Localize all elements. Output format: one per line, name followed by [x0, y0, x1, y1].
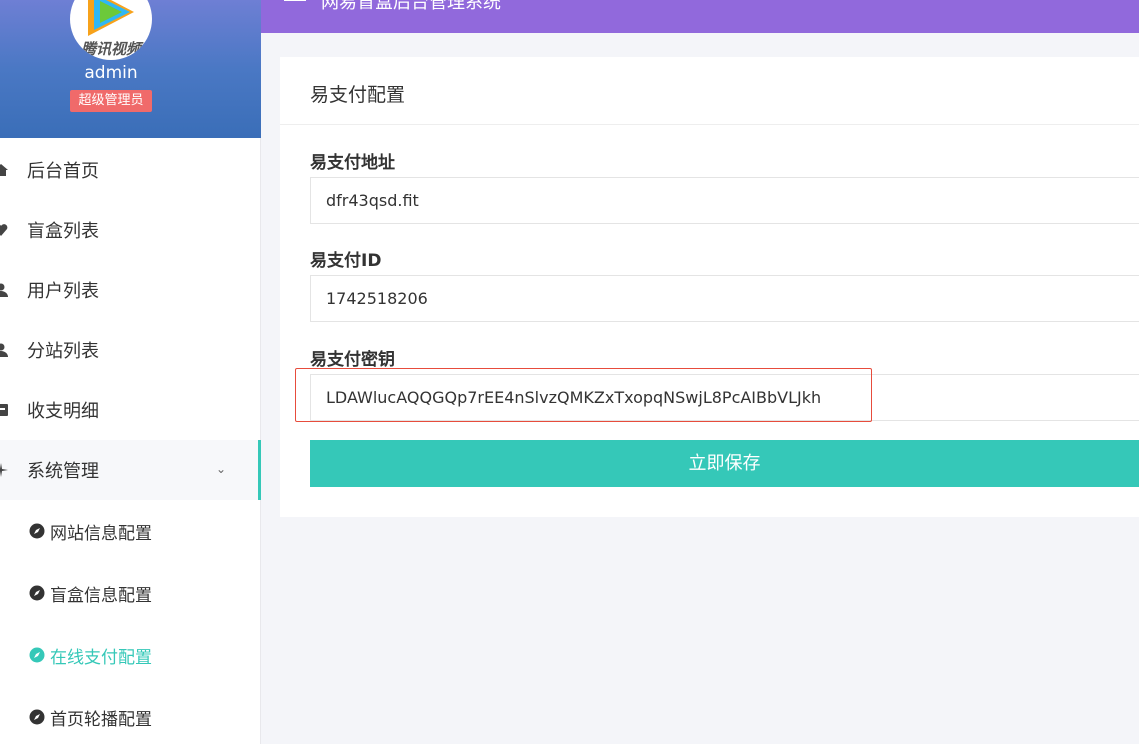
submenu-item-label: 在线支付配置 [50, 647, 152, 668]
epay-id-input[interactable] [310, 275, 1139, 322]
sidebar-item-label: 收支明细 [27, 401, 99, 422]
video-logo-icon [88, 0, 134, 36]
sidebar-item-label: 分站列表 [27, 341, 99, 362]
settings-icon [0, 463, 8, 477]
role-badge: 超级管理员 [70, 90, 152, 112]
submenu-item-label: 盲盒信息配置 [50, 585, 152, 606]
epay-address-label: 易支付地址 [310, 153, 395, 173]
epay-config-card: 易支付配置 易支付地址 易支付ID 易支付密钥 立即保存 [280, 57, 1139, 517]
sidebar-item-home[interactable]: 后台首页 [0, 140, 261, 200]
profile-panel: 腾讯视频 admin 超级管理员 [0, 0, 261, 138]
sidebar: 腾讯视频 admin 超级管理员 后台首页 盲盒列表 用户列表 分站列表 收支明… [0, 0, 261, 744]
sidebar-item-income-expense[interactable]: 收支明细 [0, 380, 261, 440]
card-header: 易支付配置 [280, 57, 1139, 125]
epay-id-label: 易支付ID [310, 251, 382, 271]
epay-key-label: 易支付密钥 [310, 350, 395, 370]
compass-icon [29, 709, 45, 725]
submenu-item-label: 网站信息配置 [50, 523, 152, 544]
sidebar-item-label: 系统管理 [27, 461, 99, 482]
card-title: 易支付配置 [310, 84, 406, 106]
chevron-down-icon: ⌄ [216, 462, 227, 476]
sidebar-item-label: 用户列表 [27, 281, 99, 302]
submenu-item-blindbox-info[interactable]: 盲盒信息配置 [0, 562, 261, 624]
epay-address-input[interactable] [310, 177, 1139, 224]
submenu-item-home-carousel[interactable]: 首页轮播配置 [0, 686, 261, 744]
heart-icon [0, 223, 8, 237]
submenu-item-online-payment[interactable]: 在线支付配置 [0, 624, 261, 686]
compass-icon [29, 647, 45, 663]
sidebar-item-substation-list[interactable]: 分站列表 [0, 320, 261, 380]
username: admin [84, 63, 138, 83]
avatar[interactable]: 腾讯视频 [70, 0, 152, 60]
ledger-icon [0, 403, 8, 417]
sidebar-item-system-management[interactable]: 系统管理 ⌄ [0, 440, 261, 500]
submenu-item-label: 首页轮播配置 [50, 709, 152, 730]
epay-key-input[interactable] [310, 374, 1139, 421]
compass-icon [29, 523, 45, 539]
sidebar-item-blindbox-list[interactable]: 盲盒列表 [0, 200, 261, 260]
user-icon [0, 343, 8, 357]
save-button[interactable]: 立即保存 [310, 440, 1139, 487]
user-icon [0, 283, 8, 297]
submenu-item-site-info[interactable]: 网站信息配置 [0, 500, 261, 562]
avatar-logo-text: 腾讯视频 [80, 40, 141, 58]
menu-toggle-icon[interactable] [284, 0, 306, 4]
sidebar-item-label: 盲盒列表 [27, 221, 99, 242]
sidebar-item-user-list[interactable]: 用户列表 [0, 260, 261, 320]
top-header: 网易盲盒后台管理系统 [261, 0, 1139, 33]
compass-icon [29, 585, 45, 601]
sidebar-item-label: 后台首页 [27, 161, 99, 182]
system-title: 网易盲盒后台管理系统 [321, 0, 501, 13]
sidebar-menu: 后台首页 盲盒列表 用户列表 分站列表 收支明细 系统管理 ⌄ 网站信息配置 盲… [0, 140, 261, 744]
home-icon [0, 163, 8, 177]
